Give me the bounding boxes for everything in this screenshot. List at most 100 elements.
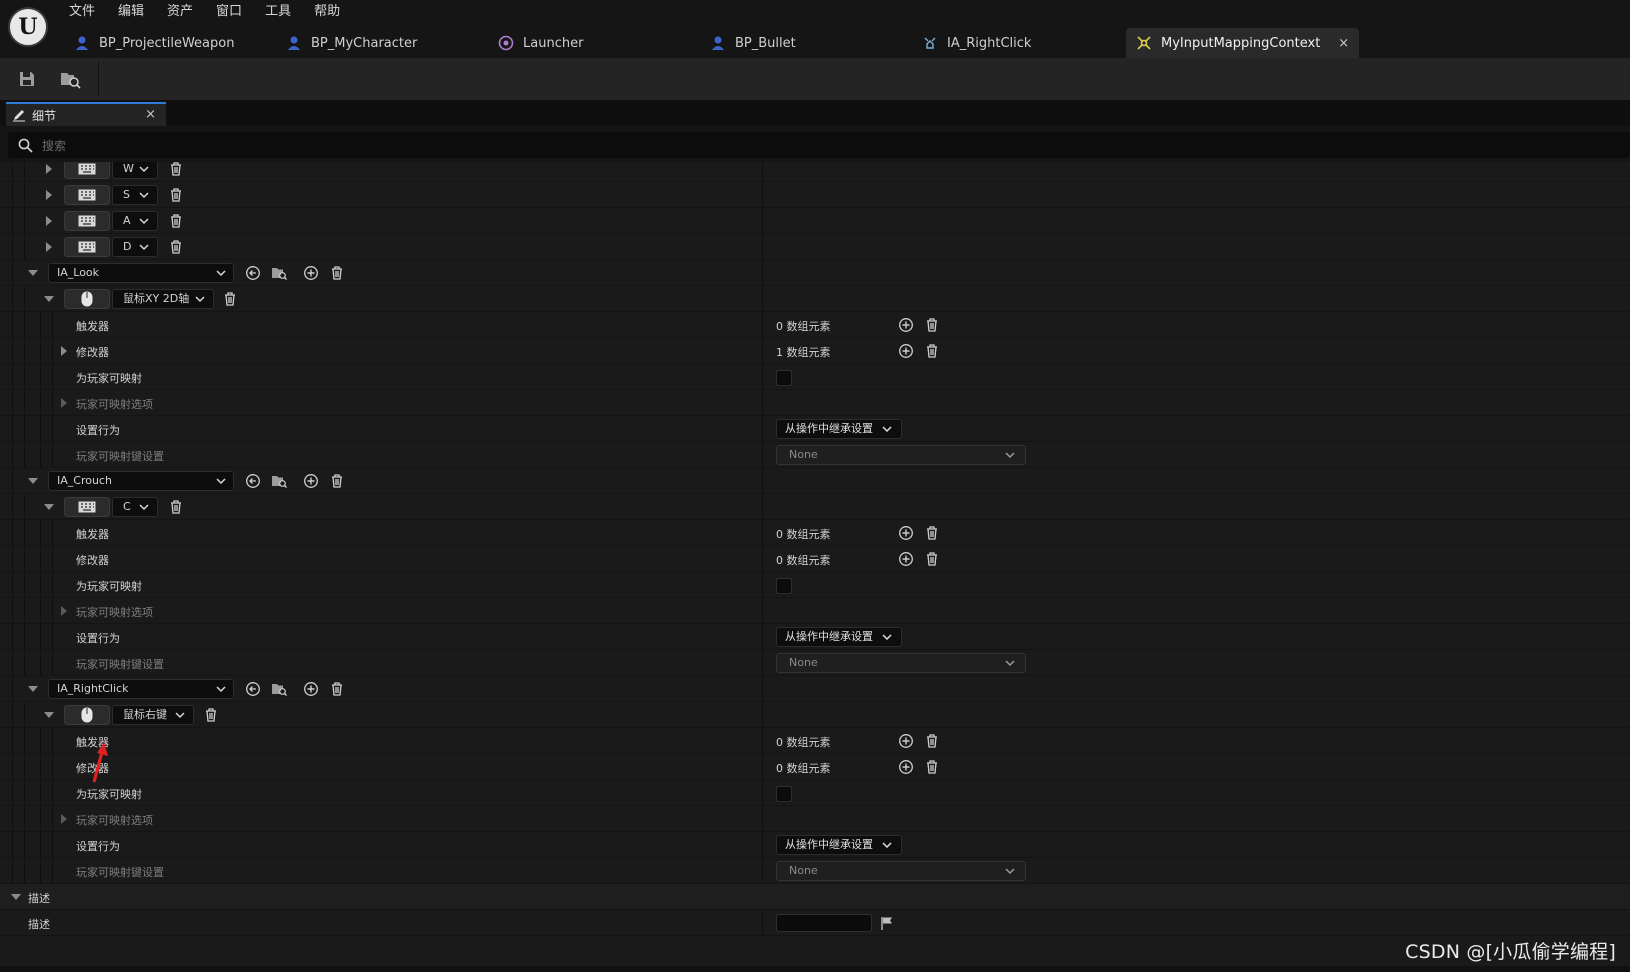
key-select[interactable]: 鼠标右键: [112, 705, 194, 725]
trash-icon[interactable]: [168, 213, 184, 229]
trash-icon[interactable]: [168, 162, 184, 177]
property-row-mappable-options: 玩家可映射选项: [0, 806, 1630, 832]
trash-icon[interactable]: [924, 343, 940, 359]
section-title: 描述: [28, 892, 50, 905]
tab-bp-projectileweapon[interactable]: BP_ProjectileWeapon: [74, 28, 234, 58]
action-select[interactable]: IA_Crouch: [48, 471, 234, 491]
key-select-d[interactable]: D: [112, 237, 158, 257]
add-icon[interactable]: [303, 681, 319, 697]
trash-icon[interactable]: [168, 239, 184, 255]
player-mappable-checkbox[interactable]: [776, 578, 792, 594]
tab-myinputmappingcontext[interactable]: MyInputMappingContext ×: [1126, 28, 1360, 58]
add-icon[interactable]: [303, 265, 319, 281]
description-section-header[interactable]: 描述: [0, 884, 1630, 910]
mouse-key-button[interactable]: [64, 289, 110, 309]
unreal-logo-icon[interactable]: U: [8, 7, 48, 47]
tab-bp-mycharacter[interactable]: BP_MyCharacter: [286, 28, 417, 58]
flag-icon[interactable]: [880, 916, 894, 930]
chevron-down-icon: [139, 244, 149, 251]
expand-arrow-icon[interactable]: [46, 190, 52, 200]
menu-asset[interactable]: 资产: [167, 3, 193, 21]
player-mappable-checkbox[interactable]: [776, 370, 792, 386]
add-icon[interactable]: [898, 759, 914, 775]
setting-behavior-select[interactable]: 从操作中继承设置: [776, 835, 902, 855]
key-settings-select[interactable]: None: [776, 861, 1026, 881]
tab-bp-bullet[interactable]: BP_Bullet: [710, 28, 796, 58]
key-settings-select[interactable]: None: [776, 445, 1026, 465]
add-icon[interactable]: [898, 551, 914, 567]
save-button[interactable]: [15, 67, 39, 91]
trash-icon[interactable]: [168, 499, 184, 515]
action-select[interactable]: IA_RightClick: [48, 679, 234, 699]
key-select-a[interactable]: A: [112, 211, 158, 231]
tab-ia-rightclick[interactable]: IA_RightClick: [922, 28, 1031, 58]
mouse-key-button[interactable]: [64, 705, 110, 725]
expand-arrow-icon[interactable]: [46, 216, 52, 226]
setting-behavior-select[interactable]: 从操作中继承设置: [776, 419, 902, 439]
keyboard-key-button[interactable]: [64, 497, 110, 517]
expand-arrow-icon[interactable]: [46, 164, 52, 174]
trash-icon[interactable]: [329, 265, 345, 281]
use-selected-asset-icon[interactable]: [245, 473, 261, 489]
browse-asset-icon[interactable]: [271, 681, 287, 697]
expand-arrow-icon[interactable]: [61, 606, 67, 616]
menu-window[interactable]: 窗口: [216, 3, 242, 21]
tab-launcher[interactable]: Launcher: [498, 28, 583, 58]
use-selected-asset-icon[interactable]: [245, 681, 261, 697]
setting-behavior-select[interactable]: 从操作中继承设置: [776, 627, 902, 647]
add-icon[interactable]: [898, 317, 914, 333]
keyboard-key-button[interactable]: [64, 211, 110, 231]
trash-icon[interactable]: [924, 759, 940, 775]
browse-asset-icon[interactable]: [271, 473, 287, 489]
trash-icon[interactable]: [203, 707, 219, 723]
keyboard-key-button[interactable]: [64, 237, 110, 257]
collapse-arrow-icon[interactable]: [28, 686, 38, 692]
expand-arrow-icon[interactable]: [61, 814, 67, 824]
search-input[interactable]: [40, 135, 444, 157]
trash-icon[interactable]: [329, 473, 345, 489]
collapse-arrow-icon[interactable]: [11, 894, 21, 900]
collapse-arrow-icon[interactable]: [28, 270, 38, 276]
player-mappable-checkbox[interactable]: [776, 786, 792, 802]
expand-arrow-icon[interactable]: [46, 242, 52, 252]
use-selected-asset-icon[interactable]: [245, 265, 261, 281]
trash-icon[interactable]: [168, 187, 184, 203]
launcher-icon: [498, 35, 514, 51]
menu-help[interactable]: 帮助: [314, 3, 340, 21]
add-icon[interactable]: [898, 343, 914, 359]
trash-icon[interactable]: [924, 733, 940, 749]
collapse-arrow-icon[interactable]: [44, 504, 54, 510]
key-settings-select[interactable]: None: [776, 653, 1026, 673]
close-icon[interactable]: ×: [145, 107, 156, 122]
menu-file[interactable]: 文件: [69, 3, 95, 21]
action-name: IA_Crouch: [57, 474, 112, 487]
tab-details[interactable]: 细节 ×: [6, 102, 166, 126]
menu-tools[interactable]: 工具: [265, 3, 291, 21]
add-icon[interactable]: [303, 473, 319, 489]
browse-asset-icon[interactable]: [271, 265, 287, 281]
trash-icon[interactable]: [924, 525, 940, 541]
collapse-arrow-icon[interactable]: [44, 296, 54, 302]
action-select[interactable]: IA_Look: [48, 263, 234, 283]
expand-arrow-icon[interactable]: [61, 398, 67, 408]
collapse-arrow-icon[interactable]: [28, 478, 38, 484]
key-select[interactable]: C: [112, 497, 158, 517]
browse-asset-button[interactable]: [58, 67, 82, 91]
key-select[interactable]: 鼠标XY 2D轴: [112, 289, 214, 309]
keyboard-key-button[interactable]: [64, 185, 110, 205]
add-icon[interactable]: [898, 733, 914, 749]
collapse-arrow-icon[interactable]: [44, 712, 54, 718]
add-icon[interactable]: [898, 525, 914, 541]
trash-icon[interactable]: [924, 551, 940, 567]
behavior-value: 从操作中继承设置: [785, 422, 873, 435]
keyboard-key-button[interactable]: [64, 162, 110, 179]
description-input[interactable]: [776, 914, 872, 932]
trash-icon[interactable]: [924, 317, 940, 333]
key-select-w[interactable]: W: [112, 162, 158, 179]
trash-icon[interactable]: [329, 681, 345, 697]
menu-edit[interactable]: 编辑: [118, 3, 144, 21]
key-select-s[interactable]: S: [112, 185, 158, 205]
tab-close-icon[interactable]: ×: [1338, 36, 1349, 51]
trash-icon[interactable]: [222, 291, 238, 307]
expand-arrow-icon[interactable]: [61, 346, 67, 356]
